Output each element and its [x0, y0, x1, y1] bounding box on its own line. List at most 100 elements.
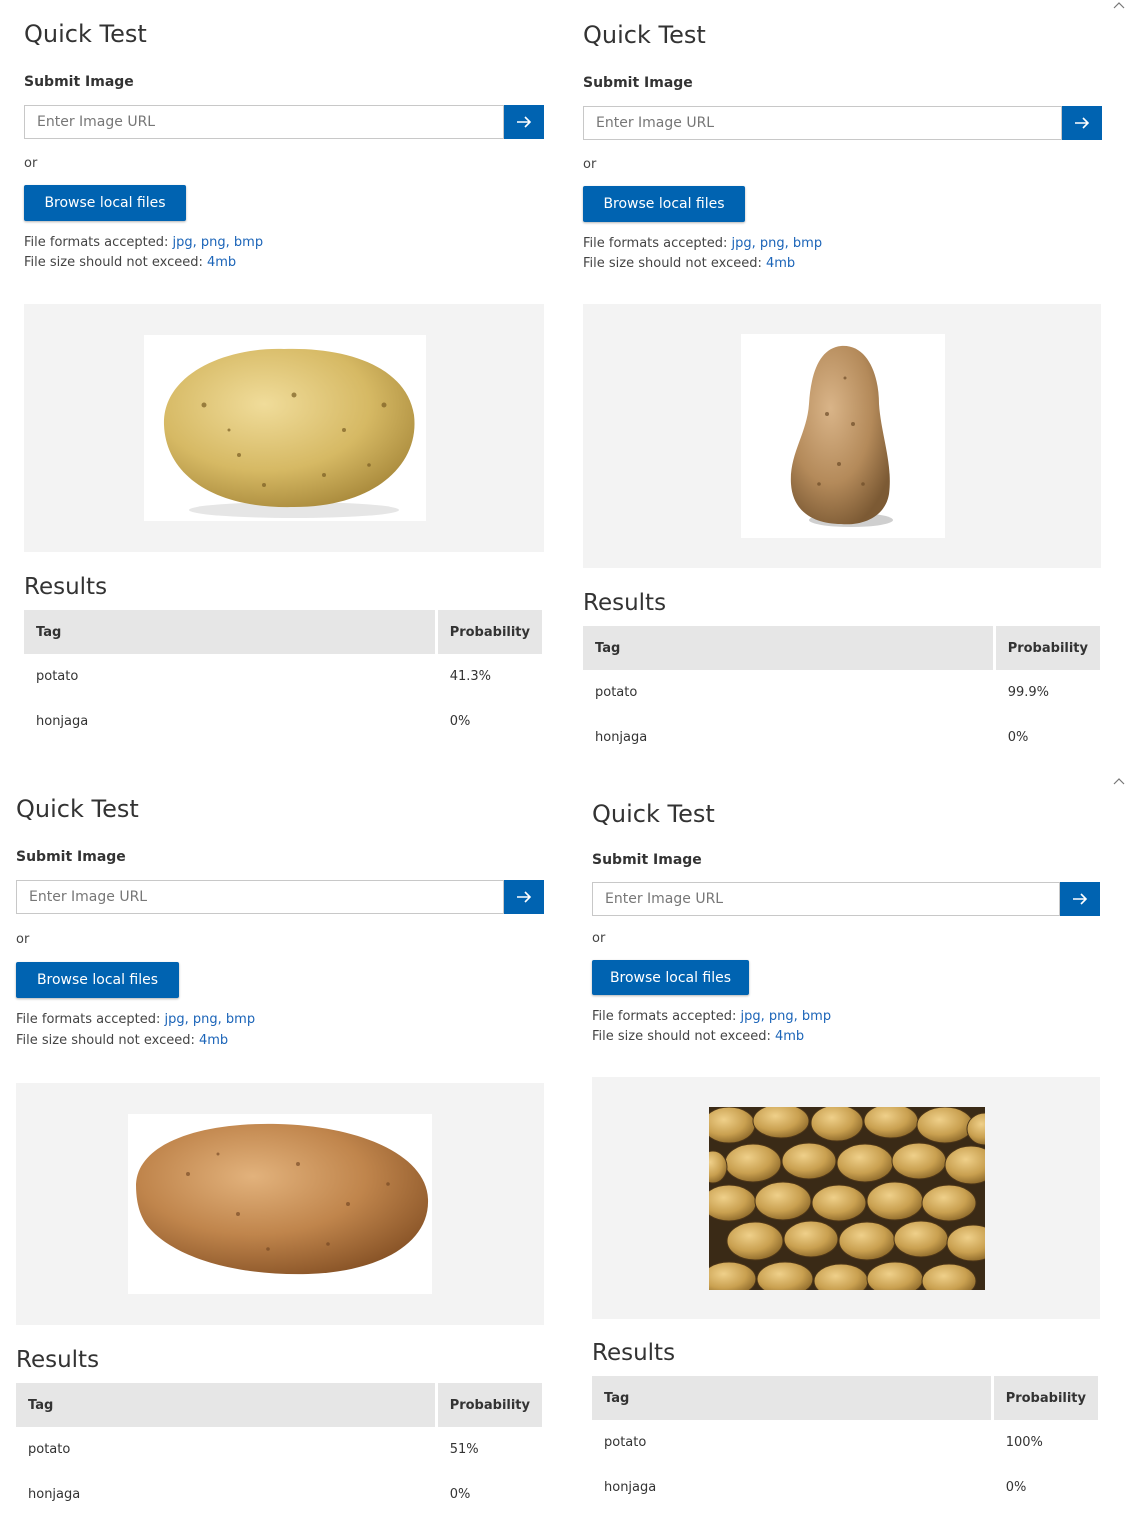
quick-test-panel-2: Quick Test Submit Image or Browse local … — [583, 18, 1103, 768]
file-formats-label: File formats accepted: — [24, 235, 173, 250]
arrow-right-icon — [517, 116, 532, 128]
url-row — [24, 105, 544, 139]
or-text: or — [16, 932, 30, 947]
tag-cell: potato — [604, 1435, 647, 1450]
tag-cell: honjaga — [604, 1480, 657, 1495]
submit-url-button[interactable] — [504, 880, 544, 914]
results-title: Results — [24, 574, 108, 600]
url-row — [592, 882, 1100, 916]
file-formats-label: File formats accepted: — [583, 236, 732, 251]
probability-cell: 99.9% — [1007, 685, 1049, 700]
results-title: Results — [16, 1347, 100, 1373]
file-size-label: File size should not exceed: — [24, 255, 207, 270]
table-row: potato 51% — [16, 1427, 542, 1472]
image-preview — [583, 304, 1101, 568]
image-preview — [592, 1077, 1100, 1319]
browse-local-files-button[interactable]: Browse local files — [592, 960, 749, 995]
probability-column-header: Probability — [990, 1376, 1098, 1420]
file-size-line: File size should not exceed: 4mb — [583, 256, 795, 271]
file-formats-line: File formats accepted: jpg, png, bmp — [592, 1009, 831, 1024]
probability-cell: 0% — [449, 1487, 471, 1502]
submit-url-button[interactable] — [504, 105, 544, 139]
quick-test-panel-1: Quick Test Submit Image or Browse local … — [24, 18, 544, 758]
file-formats-label: File formats accepted: — [592, 1009, 741, 1024]
probability-cell: 41.3% — [449, 669, 491, 684]
image-preview — [24, 304, 544, 552]
file-size-value: 4mb — [766, 256, 796, 271]
tag-cell: honjaga — [36, 714, 89, 729]
probability-cell: 100% — [1005, 1435, 1043, 1450]
panel-title: Quick Test — [583, 21, 706, 49]
tag-cell: honjaga — [28, 1487, 81, 1502]
table-row: potato 41.3% — [24, 654, 542, 699]
tag-cell: potato — [595, 685, 638, 700]
results-table: Tag Probability potato 41.3% honjaga 0% — [24, 610, 542, 744]
url-row — [583, 106, 1102, 140]
file-formats-line: File formats accepted: jpg, png, bmp — [583, 236, 822, 251]
probability-cell: 0% — [1007, 730, 1029, 745]
file-size-line: File size should not exceed: 4mb — [592, 1029, 804, 1044]
table-row: honjaga 0% — [592, 1465, 1098, 1510]
table-row: honjaga 0% — [583, 715, 1100, 760]
table-row: potato 100% — [592, 1420, 1098, 1465]
tag-column-header: Tag — [583, 626, 993, 670]
potato-image — [144, 335, 426, 521]
browse-local-files-button[interactable]: Browse local files — [583, 186, 745, 222]
submit-url-button[interactable] — [1062, 106, 1102, 140]
arrow-right-icon — [517, 891, 532, 903]
submit-image-label: Submit Image — [24, 74, 134, 90]
file-size-value: 4mb — [199, 1033, 229, 1048]
arrow-right-icon — [1075, 117, 1090, 129]
tag-cell: honjaga — [595, 730, 648, 745]
browse-local-files-button[interactable]: Browse local files — [16, 962, 179, 998]
probability-column-header: Probability — [992, 626, 1100, 670]
panel-title: Quick Test — [24, 20, 147, 48]
table-row: honjaga 0% — [16, 1472, 542, 1517]
results-title: Results — [592, 1340, 676, 1366]
image-url-input[interactable] — [592, 882, 1060, 916]
panel-title: Quick Test — [16, 795, 139, 823]
image-url-input[interactable] — [24, 105, 504, 139]
image-url-input[interactable] — [583, 106, 1062, 140]
arrow-right-icon — [1073, 893, 1088, 905]
file-formats-line: File formats accepted: jpg, png, bmp — [16, 1012, 255, 1027]
submit-image-label: Submit Image — [592, 852, 702, 868]
file-formats-value: jpg, png, bmp — [172, 235, 264, 250]
file-formats-line: File formats accepted: jpg, png, bmp — [24, 235, 263, 250]
potato-pile-image — [709, 1107, 985, 1290]
file-formats-value: jpg, png, bmp — [740, 1009, 832, 1024]
collapse-chevron-icon[interactable] — [1112, 776, 1126, 786]
image-preview — [16, 1083, 544, 1325]
results-table: Tag Probability potato 100% honjaga 0% — [592, 1376, 1098, 1510]
file-size-value: 4mb — [775, 1029, 805, 1044]
file-size-value: 4mb — [207, 255, 237, 270]
potato-image — [128, 1114, 432, 1294]
or-text: or — [24, 156, 38, 171]
file-size-label: File size should not exceed: — [592, 1029, 775, 1044]
panel-title: Quick Test — [592, 800, 715, 828]
tag-cell: potato — [28, 1442, 71, 1457]
submit-url-button[interactable] — [1060, 882, 1100, 916]
submit-image-label: Submit Image — [16, 849, 126, 865]
or-text: or — [583, 157, 597, 172]
file-size-line: File size should not exceed: 4mb — [16, 1033, 228, 1048]
results-table: Tag Probability potato 99.9% honjaga 0% — [583, 626, 1100, 760]
quick-test-panel-4: Quick Test Submit Image or Browse local … — [592, 798, 1100, 1528]
potato-image — [741, 334, 945, 538]
probability-cell: 0% — [449, 714, 471, 729]
image-url-input[interactable] — [16, 880, 504, 914]
submit-image-label: Submit Image — [583, 75, 693, 91]
tag-column-header: Tag — [592, 1376, 991, 1420]
tag-cell: potato — [36, 669, 79, 684]
probability-column-header: Probability — [434, 1383, 542, 1427]
url-row — [16, 880, 544, 914]
tag-column-header: Tag — [24, 610, 435, 654]
file-size-label: File size should not exceed: — [583, 256, 766, 271]
quick-test-panel-3: Quick Test Submit Image or Browse local … — [16, 793, 544, 1528]
browse-local-files-button[interactable]: Browse local files — [24, 185, 186, 221]
file-size-line: File size should not exceed: 4mb — [24, 255, 236, 270]
table-row: potato 99.9% — [583, 670, 1100, 715]
probability-cell: 51% — [449, 1442, 479, 1457]
collapse-chevron-icon[interactable] — [1112, 0, 1126, 10]
or-text: or — [592, 931, 606, 946]
